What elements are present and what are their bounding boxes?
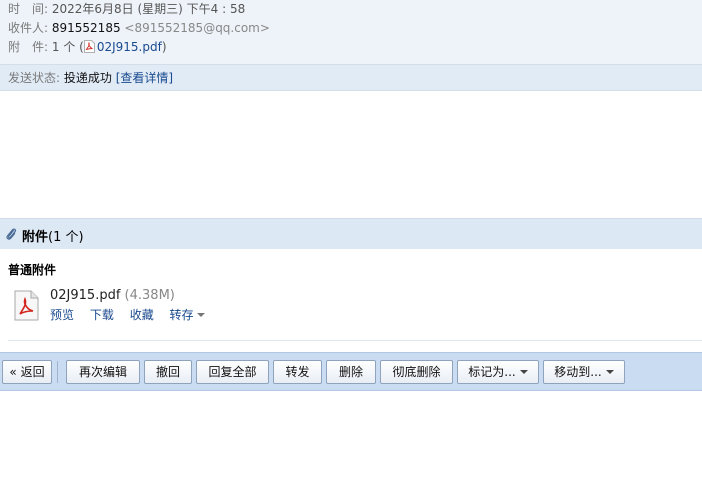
- attachment-label: 附 件:: [8, 40, 49, 54]
- mail-header: 时 间: 2022年6月8日 (星期三) 下午4 : 58 收件人: 89155…: [0, 0, 702, 64]
- attachments-title: 附件(1 个): [22, 226, 84, 245]
- status-value: 投递成功: [63, 71, 112, 85]
- reply-all-button[interactable]: 回复全部: [196, 360, 269, 384]
- save-to-link[interactable]: 转存: [170, 308, 205, 322]
- move-to-button[interactable]: 移动到...: [543, 360, 625, 384]
- recipient-name[interactable]: 891552185: [52, 21, 121, 35]
- paperclip-icon: [6, 228, 17, 240]
- delete-permanently-button[interactable]: 彻底删除: [380, 360, 453, 384]
- normal-attachments-title: 普通附件: [8, 263, 57, 277]
- attachment-file-link[interactable]: 02J915.pdf: [97, 40, 162, 54]
- status-row: 发送状态: 投递成功 [查看详情]: [8, 69, 173, 87]
- mark-as-button[interactable]: 标记为...: [457, 360, 539, 384]
- attachments-count: (1 个): [48, 230, 84, 245]
- status-label: 发送状态:: [8, 71, 61, 85]
- favorite-link[interactable]: 收藏: [130, 308, 154, 322]
- pdf-file-icon: [83, 40, 95, 53]
- attachment-close: ): [161, 40, 167, 54]
- save-to-label: 转存: [169, 308, 194, 322]
- caret-down-icon: [605, 370, 614, 374]
- time-label: 时 间:: [8, 2, 49, 16]
- time-row: 时 间: 2022年6月8日 (星期三) 下午4 : 58: [8, 0, 245, 18]
- mark-as-label: 标记为...: [468, 365, 516, 379]
- attachment-file-size: (4.38M): [124, 288, 175, 303]
- recall-button[interactable]: 撤回: [144, 360, 192, 384]
- attachments-header: 附件(1 个): [0, 218, 702, 249]
- attachment-file-name-text[interactable]: 02J915.pdf: [50, 288, 120, 303]
- attachment-actions: 预览 下载 收藏 转存: [50, 306, 217, 323]
- download-link[interactable]: 下载: [90, 308, 114, 322]
- recipient-label: 收件人:: [8, 21, 49, 35]
- delete-button[interactable]: 删除: [326, 360, 376, 384]
- preview-link[interactable]: 预览: [50, 308, 74, 322]
- mail-toolbar: « 返回 再次编辑 撤回 回复全部 转发 删除 彻底删除 标记为... 移动到.…: [0, 352, 702, 391]
- attachment-row: 附 件: 1 个 ( 02J915.pdf): [8, 38, 167, 56]
- pdf-file-icon[interactable]: [12, 290, 40, 322]
- attachment-count: 1 个 (: [51, 40, 84, 54]
- status-details-link[interactable]: [查看详情]: [116, 71, 173, 85]
- caret-down-icon: [519, 370, 528, 374]
- edit-again-button[interactable]: 再次编辑: [66, 360, 140, 384]
- attachments-title-text: 附件: [22, 230, 49, 245]
- attachment-file-name: 02J915.pdf (4.38M): [50, 288, 175, 303]
- time-value: 2022年6月8日 (星期三) 下午4 : 58: [51, 2, 246, 16]
- section-divider: [8, 340, 702, 341]
- back-button[interactable]: « 返回: [2, 360, 52, 384]
- recipient-row: 收件人: 891552185 <891552185@qq.com>: [8, 19, 270, 37]
- caret-down-icon: [196, 313, 205, 317]
- forward-button[interactable]: 转发: [273, 360, 322, 384]
- move-to-label: 移动到...: [554, 365, 602, 379]
- send-status-bar: 发送状态: 投递成功 [查看详情]: [0, 64, 702, 91]
- recipient-email: <891552185@qq.com>: [124, 21, 270, 35]
- toolbar-separator: [57, 361, 58, 383]
